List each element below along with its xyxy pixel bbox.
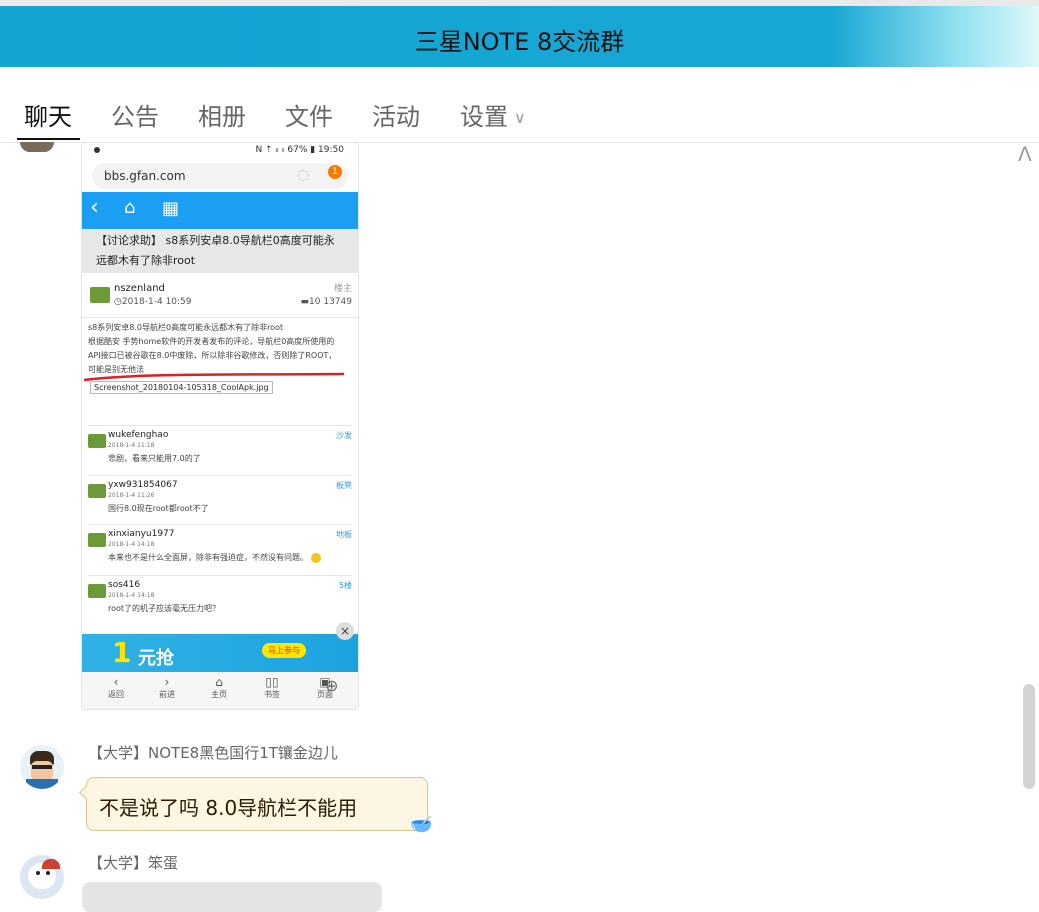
message-text: 不是说了吗 8.0导航栏不能用 — [99, 796, 358, 820]
phone-status-text: N ⇡ ᵢₗ ᵢₗ 67% ▮ 19:50 — [255, 145, 344, 155]
sender-name[interactable]: 【大学】NOTE8黑色国行1T镶金边儿 — [88, 742, 338, 763]
broken-image-placeholder: Screenshot_20180104-105318_CoolApk.jpg — [90, 381, 273, 394]
active-tab-indicator — [17, 138, 80, 140]
partial-avatar — [20, 142, 54, 152]
reply-username: wukefenghao — [108, 430, 169, 440]
tab-bar: 聊天 公告 相册 文件 活动 设置 ∨ — [0, 67, 1039, 143]
tab-activities[interactable]: 活动 — [372, 97, 420, 132]
reply-floor: 沙发 — [336, 431, 352, 440]
bottom-home: ⌂ 主页 — [199, 675, 239, 700]
reply-item: yxw931854067 2018-1-4 11:26 国行8.0现在root都… — [88, 475, 352, 524]
book-icon: ▯▯ — [265, 675, 279, 689]
reply-username: xinxianyu1977 — [108, 529, 175, 539]
scrollbar-thumb[interactable] — [1023, 684, 1035, 789]
post-username: nszenland — [114, 283, 165, 294]
close-icon: × — [336, 622, 354, 640]
home-icon: ⌂ — [124, 197, 136, 218]
bottom-bookmarks: ▯▯ 书签 — [252, 675, 292, 700]
browser-url: bbs.gfan.com — [104, 169, 186, 183]
avatar[interactable] — [20, 745, 64, 789]
ad-text: 元抢 — [138, 648, 174, 669]
reply-floor: 板凳 — [336, 481, 352, 490]
reply-text: 悲剧，看来只能用7.0的了 — [108, 454, 201, 463]
post-header: nszenland ◷2018-1-4 10:59 楼主 ▬10 13749 — [88, 281, 352, 315]
reply-username: sos416 — [108, 580, 141, 590]
android-avatar — [88, 533, 106, 547]
reload-icon: ◌ — [297, 167, 310, 183]
divider — [82, 317, 358, 318]
reply-floor: 5楼 — [338, 581, 352, 590]
android-avatar — [88, 484, 106, 498]
browser-url-bar: bbs.gfan.com ◌ 1 — [92, 163, 348, 189]
emoji-icon — [311, 552, 321, 563]
collapse-icon[interactable]: ᐱ — [1018, 142, 1032, 166]
home-icon: ⌂ — [215, 675, 223, 689]
sender-name[interactable]: 【大学】笨蛋 — [88, 852, 178, 873]
tab-settings[interactable]: 设置 ∨ — [460, 97, 526, 132]
android-avatar — [88, 584, 106, 598]
bubble-tail — [79, 786, 92, 799]
camera-dot-icon — [94, 147, 100, 153]
group-title: 三星NOTE 8交流群 — [414, 28, 625, 56]
clock-icon: ◷ — [114, 297, 122, 307]
reply-floor: 地板 — [336, 530, 352, 539]
notification-badge: 1 — [328, 165, 342, 179]
tab-announcement[interactable]: 公告 — [111, 97, 159, 132]
tab-files[interactable]: 文件 — [285, 97, 333, 132]
tab-album[interactable]: 相册 — [198, 97, 246, 132]
post-body-line: s8系列安卓8.0导航栏0高度可能永远都木有了除非root — [88, 323, 284, 332]
browser-bottom-bar: ‹ 返回 › 前进 ⌂ 主页 ▯▯ 书签 ▣ 页面 — [82, 673, 358, 709]
chevron-down-icon: ∨ — [514, 108, 526, 127]
ad-cta: 马上参与 — [262, 643, 306, 658]
reply-text: 本来也不是什么全面屏，除非有强迫症，不然没有问题。 — [108, 552, 321, 563]
reply-text: root了的机子应该毫无压力吧？ — [108, 604, 221, 613]
bowl-icon: 🥣 — [410, 814, 433, 835]
zoom-icon[interactable]: ⊕ — [325, 676, 338, 695]
post-body: s8系列安卓8.0导航栏0高度可能永远都木有了除非root 根据酷安 手势hom… — [88, 321, 354, 377]
grid-icon: ▦ — [162, 198, 180, 219]
avatar[interactable] — [20, 855, 64, 899]
post-body-line: API接口已被谷歌在8.0中废除，所以除非谷歌修改，否则除了ROOT， — [88, 351, 337, 360]
chevron-left-icon: ‹ — [113, 675, 119, 689]
bottom-forward: › 前进 — [147, 675, 187, 700]
comment-icon: ▬ — [300, 297, 310, 307]
android-avatar — [90, 287, 110, 303]
thread-title: 【讨论求助】 s8系列安卓8.0导航栏0高度可能永远都木有了除非root — [82, 229, 358, 273]
reply-item: xinxianyu1977 2018-1-4 14:18 本来也不是什么全面屏，… — [88, 524, 352, 573]
message-bubble[interactable] — [82, 882, 382, 912]
post-body-line: 根据酷安 手势home软件的开发者发布的评论，导航栏0高度所使用的 — [88, 337, 335, 346]
reply-item: wukefenghao 2018-1-4 11:18 悲剧，看来只能用7.0的了… — [88, 425, 352, 474]
chat-header: 三星NOTE 8交流群 — [0, 0, 1039, 67]
post-date: ◷2018-1-4 10:59 — [114, 297, 192, 307]
reply-text: 国行8.0现在root都root不了 — [108, 504, 209, 513]
android-avatar — [88, 434, 106, 448]
chevron-right-icon: › — [164, 675, 170, 689]
post-floor: 楼主 — [333, 284, 352, 294]
reply-date: 2018-1-4 14:18 — [108, 592, 155, 599]
reply-item: sos416 2018-1-4 14:18 root了的机子应该毫无压力吧？ 5… — [88, 575, 352, 624]
forum-navbar: ‹ ⌂ ▦ — [82, 192, 358, 229]
bottom-back: ‹ 返回 — [96, 675, 136, 700]
back-icon: ‹ — [90, 195, 99, 220]
shared-screenshot-image[interactable]: N ⇡ ᵢₗ ᵢₗ 67% ▮ 19:50 bbs.gfan.com ◌ 1 ‹… — [81, 142, 359, 710]
post-stats: ▬10 13749 — [300, 297, 352, 307]
reply-date: 2018-1-4 11:26 — [108, 492, 155, 499]
ad-big-number: 1 — [112, 636, 132, 669]
reply-date: 2018-1-4 14:18 — [108, 541, 155, 548]
reply-username: yxw931854067 — [108, 480, 178, 490]
reply-date: 2018-1-4 11:18 — [108, 442, 155, 449]
tab-chat[interactable]: 聊天 — [24, 97, 72, 132]
message-bubble[interactable]: 不是说了吗 8.0导航栏不能用 — [79, 777, 428, 831]
phone-status-bar: N ⇡ ᵢₗ ᵢₗ 67% ▮ 19:50 — [82, 143, 358, 159]
tab-settings-label: 设置 — [460, 103, 508, 131]
ad-banner: 1 元抢 马上参与 × — [82, 622, 358, 672]
